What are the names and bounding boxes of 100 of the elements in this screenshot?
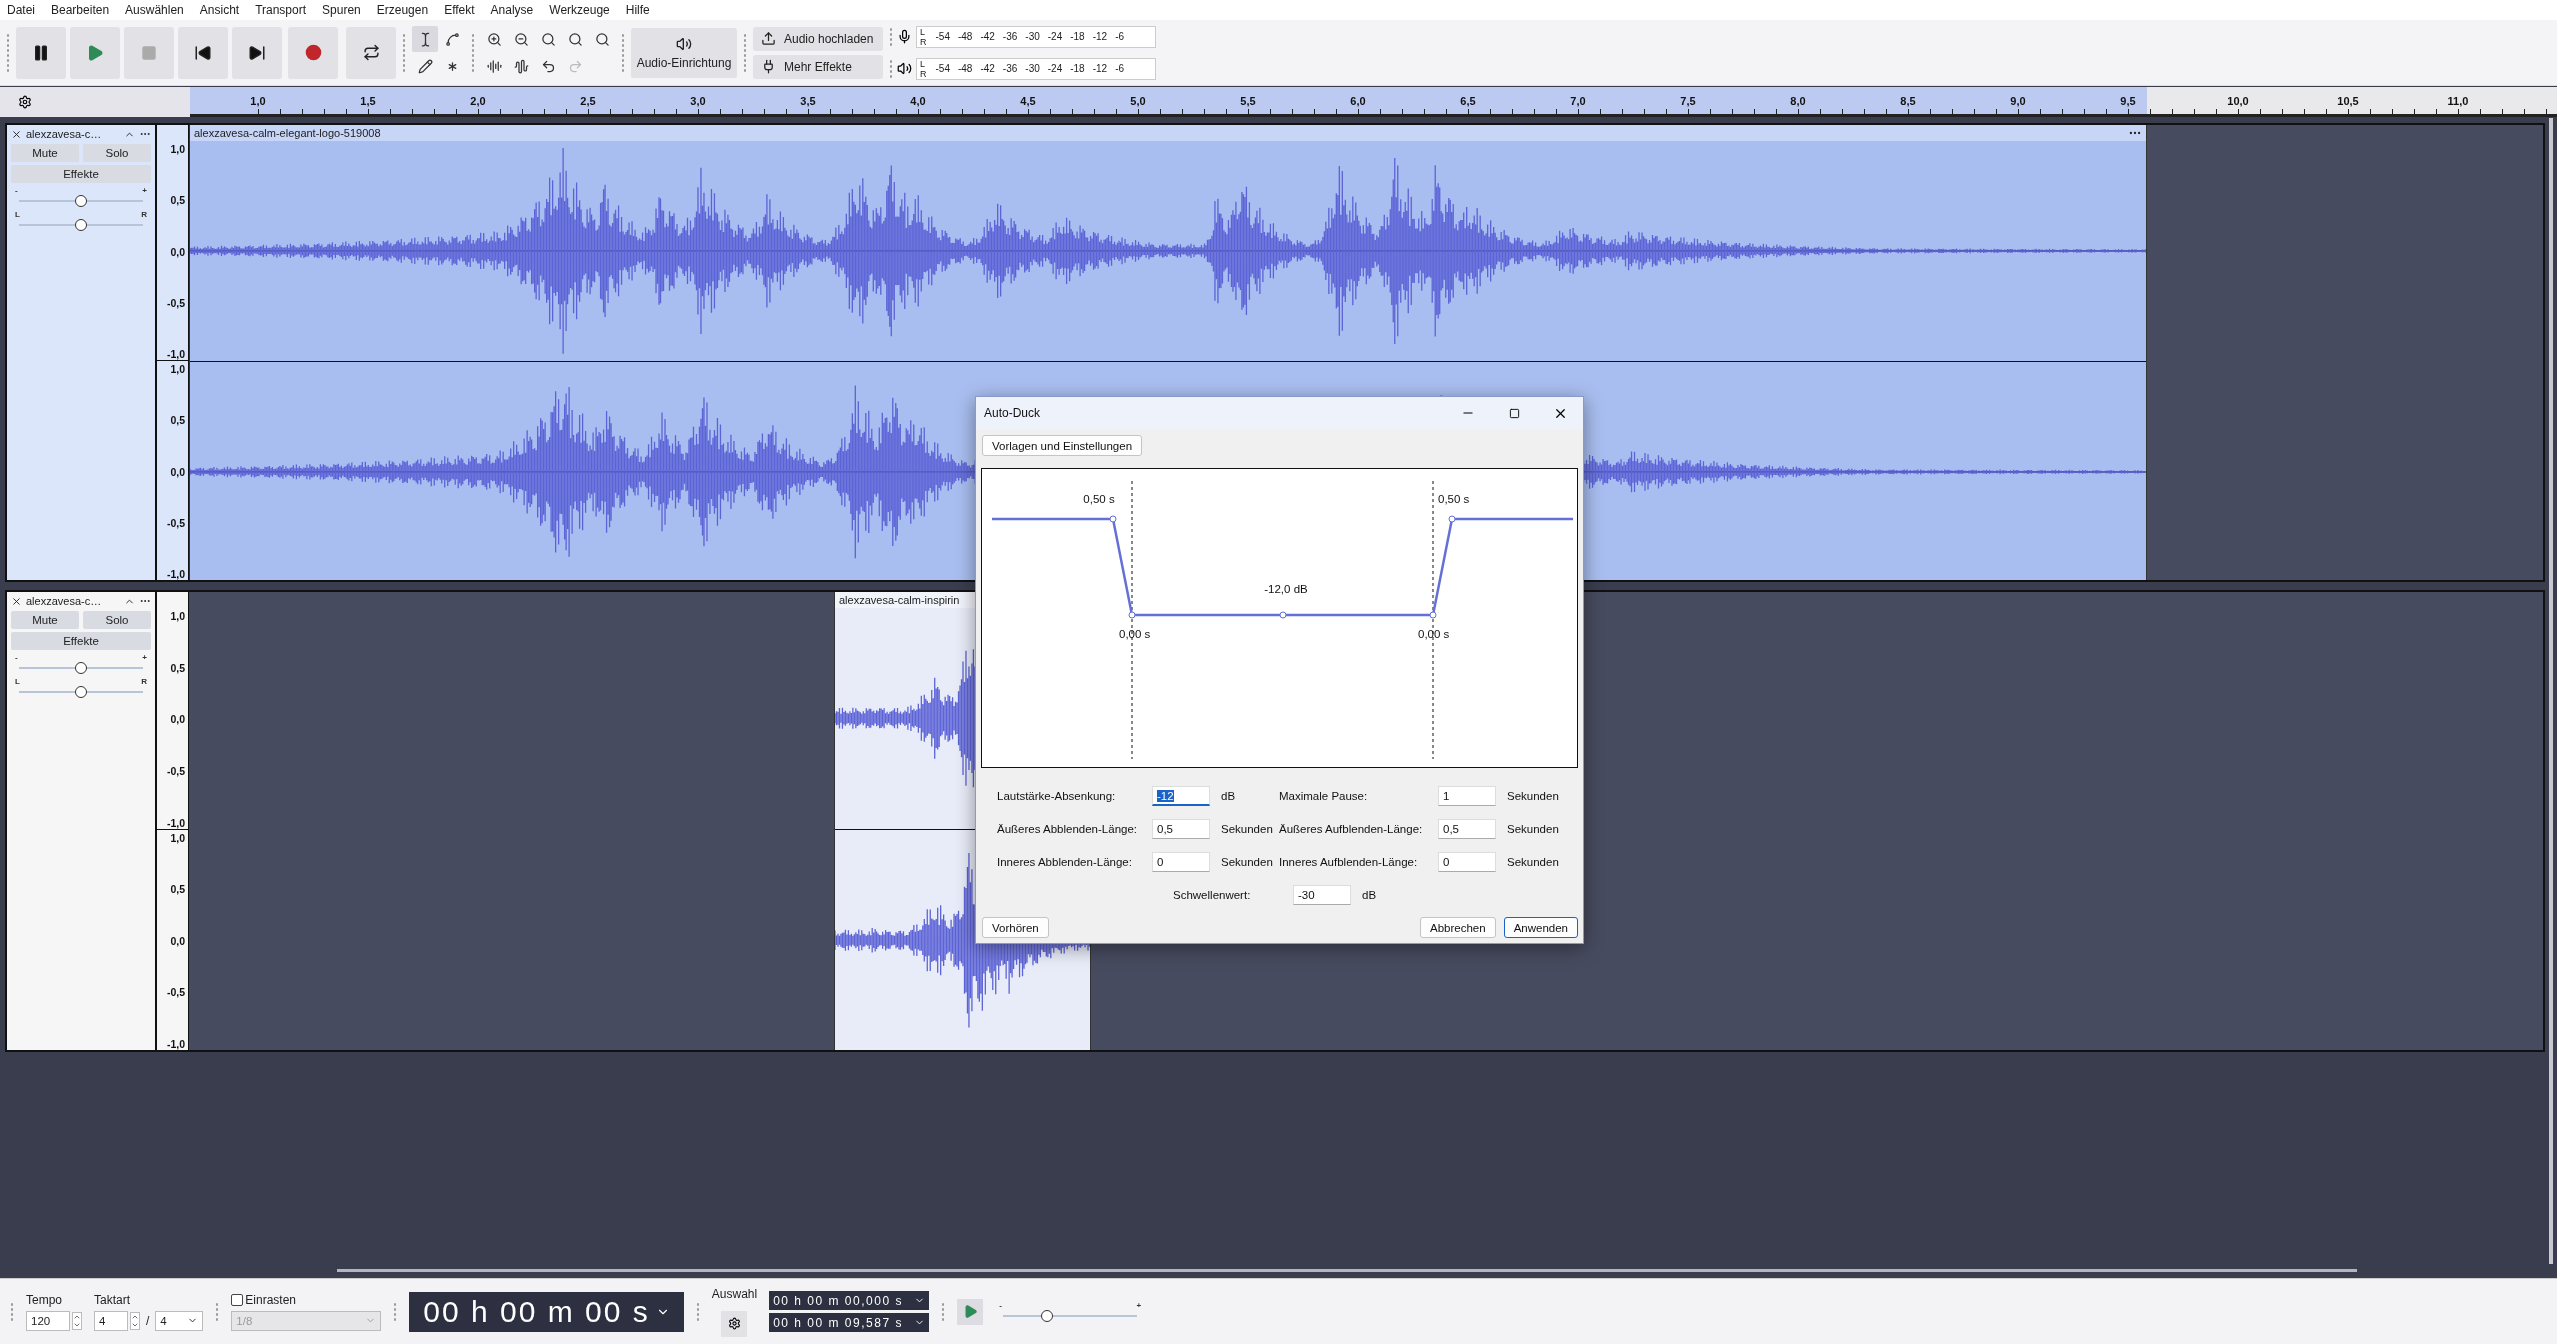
input-field[interactable]: 0,5 xyxy=(1438,819,1496,839)
solo-button[interactable]: Solo xyxy=(83,144,151,162)
close-icon[interactable] xyxy=(11,128,22,140)
track-name[interactable]: alexzavesa-c… xyxy=(26,128,120,140)
ruler-label: 10,5 xyxy=(2336,94,2360,107)
ruler-label: 6,0 xyxy=(1349,94,1367,107)
vertical-scrollbar[interactable] xyxy=(2549,118,2553,1264)
tempo-field[interactable]: 120 xyxy=(26,1310,70,1331)
upload-button[interactable]: Audio hochladen xyxy=(753,26,883,51)
meter-scale-label: -30 xyxy=(1025,31,1040,42)
input-field[interactable]: 0 xyxy=(1438,852,1496,872)
effects-button[interactable]: Effekte xyxy=(11,165,151,183)
dialog-button[interactable]: Abbrechen xyxy=(1420,917,1496,938)
slider-min-label: - xyxy=(999,1301,1002,1310)
menu-item[interactable]: Auswählen xyxy=(124,3,185,17)
ruler-label: 7,0 xyxy=(1569,94,1587,107)
skip-back-icon xyxy=(194,43,212,62)
spin-arrows[interactable] xyxy=(130,1311,140,1330)
tool-button[interactable] xyxy=(412,26,438,52)
menu-item[interactable]: Transport xyxy=(254,3,308,17)
input-field[interactable]: 1 xyxy=(1438,786,1496,806)
mute-button[interactable]: Mute xyxy=(11,611,79,629)
meter-scale-label: -24 xyxy=(1047,31,1063,42)
selection-start-field[interactable]: 00 h 00 m 00,000 s xyxy=(769,1291,930,1310)
menu-item[interactable]: Werkzeuge xyxy=(548,3,611,17)
mute-button[interactable]: Mute xyxy=(11,144,79,162)
waveform-icon xyxy=(486,58,502,74)
plug-icon xyxy=(761,59,776,74)
play-icon xyxy=(86,43,104,62)
speaker-icon xyxy=(676,35,692,52)
presets-button[interactable]: Vorlagen und Einstellungen xyxy=(982,435,1143,456)
horizontal-scrollbar[interactable] xyxy=(337,1268,2357,1272)
audio-setup-button[interactable]: Audio-Einrichtung xyxy=(631,27,737,78)
graph-label: 0,00 s xyxy=(1119,628,1151,640)
menu-item[interactable]: Datei xyxy=(6,3,36,17)
selection-end-field[interactable]: 00 h 00 m 09,587 s xyxy=(769,1313,930,1332)
amplitude-label: -0,5 xyxy=(166,986,185,999)
meter-scale-label: -24 xyxy=(1047,63,1063,74)
meter-scale-label: -30 xyxy=(1025,63,1040,74)
solo-button[interactable]: Solo xyxy=(83,611,151,629)
speaker-icon[interactable] xyxy=(897,61,912,76)
spin-arrows[interactable] xyxy=(72,1311,82,1330)
amplitude-label: 1,0 xyxy=(170,143,185,155)
ruler-label: 2,0 xyxy=(469,94,487,107)
beat-unit-dropdown[interactable]: 4 xyxy=(155,1310,204,1331)
slider-min-label: L xyxy=(15,210,20,219)
record-button[interactable] xyxy=(288,26,338,79)
pause-button[interactable] xyxy=(16,26,66,79)
dialog-button[interactable]: Anwenden xyxy=(1503,917,1578,938)
field-label: Inneres Aufblenden-Länge: xyxy=(1279,856,1419,868)
input-field[interactable]: 0 xyxy=(1152,852,1210,872)
amplitude-label: -1,0 xyxy=(166,1038,185,1050)
play-at-speed-button[interactable] xyxy=(957,1298,984,1325)
menu-item[interactable]: Analyse xyxy=(489,3,535,17)
ruler-label: 3,5 xyxy=(799,94,817,107)
unit-label: Sekunden xyxy=(1220,823,1274,835)
magnifier-icon xyxy=(540,31,556,47)
track-name[interactable]: alexzavesa-c… xyxy=(26,595,120,607)
loop-button[interactable] xyxy=(346,26,396,79)
pause-icon xyxy=(32,43,50,62)
unit-label: dB xyxy=(1361,889,1377,901)
effects-button[interactable]: Effekte xyxy=(11,632,151,650)
input-field[interactable]: -30 xyxy=(1293,885,1351,905)
menu-item[interactable]: Effekt xyxy=(443,3,476,17)
input-field[interactable]: 0,5 xyxy=(1152,819,1210,839)
play-button[interactable] xyxy=(70,26,120,79)
zoom-out-icon xyxy=(513,31,529,47)
dialog-title: Auto-Duck xyxy=(984,406,1042,420)
menu-item[interactable]: Ansicht xyxy=(198,3,241,17)
amplitude-label: 0,5 xyxy=(170,414,185,427)
timeline-ruler[interactable]: 1,0 1,5 2,0 2,5 3,0 3,5 4,0 4,5 5,0 5,5 6,0 6,5 7,0 7,5 8,0 8,5 9,0 9,5 10,0 10,5 11,0 xyxy=(190,87,2557,117)
menu-item[interactable]: Spuren xyxy=(321,3,362,17)
meter-scale-label: -18 xyxy=(1070,31,1085,42)
amplitude-label: -1,0 xyxy=(166,816,185,829)
skip-to-end-button[interactable] xyxy=(232,26,282,79)
dialog-button[interactable]: Vorhören xyxy=(982,917,1049,938)
close-icon[interactable] xyxy=(11,595,22,607)
meter-scale-label: -42 xyxy=(980,31,995,42)
settings-icon[interactable] xyxy=(18,95,32,109)
envelope-tool-icon xyxy=(444,31,460,47)
meter-scale-label: -42 xyxy=(980,63,995,74)
magnifier-icon xyxy=(567,31,583,47)
menu-item[interactable]: Bearbeiten xyxy=(50,3,111,17)
ducking-graph[interactable]: 0,50 s 0,50 s -12,0 dB 0,00 s 0,00 s xyxy=(981,468,1578,768)
ruler-label: 5,5 xyxy=(1239,94,1257,107)
meter-scale-label: -54 xyxy=(935,31,950,42)
beats-field[interactable]: 4 xyxy=(94,1310,128,1331)
more-effects-button[interactable]: Mehr Effekte xyxy=(753,54,883,79)
time-display[interactable]: 00 h 00 m 00 s xyxy=(409,1291,684,1332)
skip-to-start-button[interactable] xyxy=(178,26,228,79)
ruler-label: 7,5 xyxy=(1679,94,1697,107)
menu-item[interactable]: Erzeugen xyxy=(375,3,430,17)
undo-icon xyxy=(540,58,556,74)
menu-item[interactable]: Hilfe xyxy=(624,3,651,17)
snap-checkbox[interactable]: Einrasten xyxy=(231,1292,382,1307)
input-field[interactable]: -12 xyxy=(1152,786,1210,806)
settings-button[interactable] xyxy=(721,1310,748,1337)
ruler-label: 3,0 xyxy=(689,94,707,107)
microphone-icon[interactable] xyxy=(897,29,912,44)
slider-max-label: + xyxy=(142,653,147,662)
